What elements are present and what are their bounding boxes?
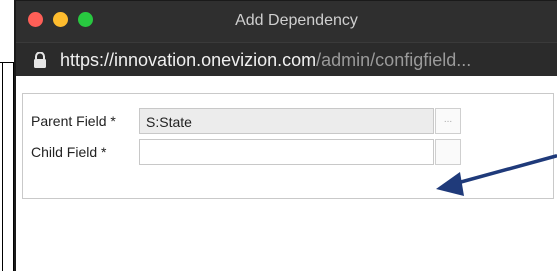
parent-field-input[interactable]: S:State [139,108,434,134]
child-field-input[interactable] [139,139,434,165]
title-bar: Add Dependency [16,1,557,42]
url-path: /admin/configfield... [316,50,472,70]
window-title: Add Dependency [235,12,358,29]
parent-field-label: Parent Field * [31,113,116,129]
child-field-label: Child Field * [31,144,107,160]
arrow-annotation [436,154,557,196]
parent-field-picker-button[interactable]: ... [435,108,461,134]
background-document-line [2,62,3,271]
url-bar: https://innovation.onevizion.com/admin/c… [16,42,557,76]
lock-icon [33,51,47,68]
url-host: https://innovation.onevizion.com [60,50,317,70]
url-text[interactable]: https://innovation.onevizion.com/admin/c… [60,50,471,71]
popup-window: Add Dependency https://innovation.oneviz… [14,0,557,271]
